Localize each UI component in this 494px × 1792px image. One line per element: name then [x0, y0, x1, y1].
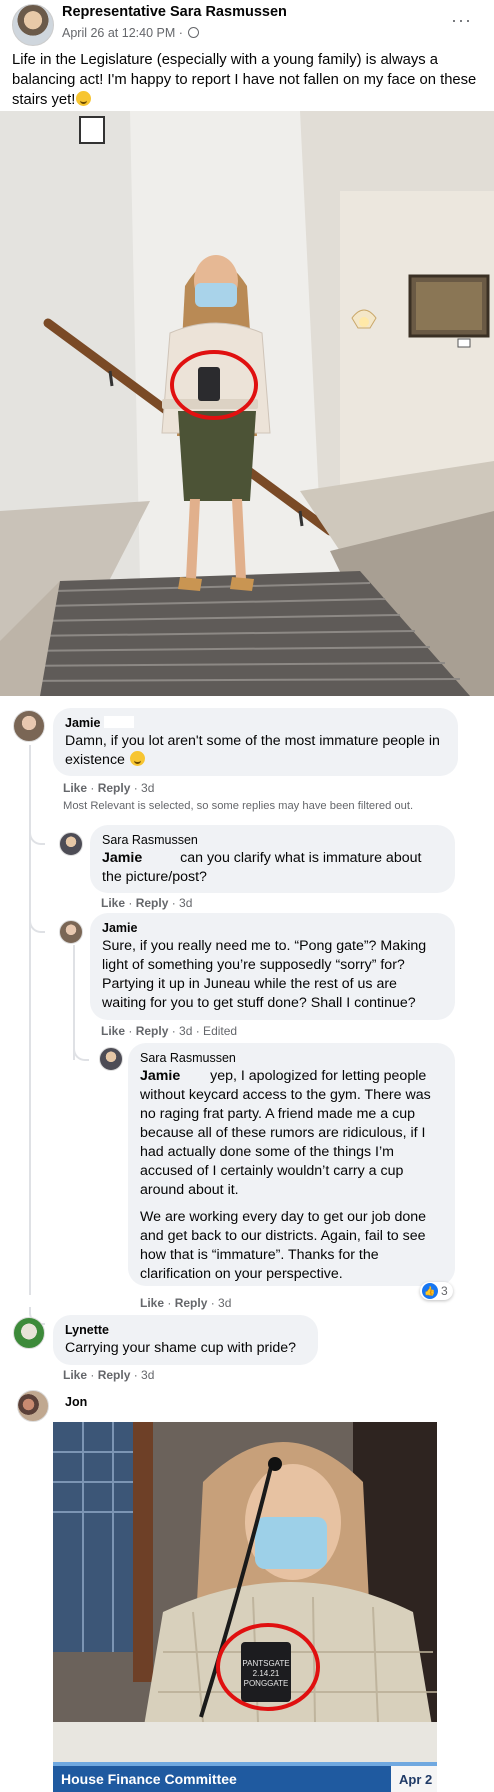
comment-text: Jamie can you clarify what is immature a…: [102, 850, 422, 885]
cup-text: PANTSGATE: [242, 1659, 289, 1668]
comment-time[interactable]: 3d: [218, 1296, 231, 1310]
like-button[interactable]: Like: [101, 896, 125, 910]
comment-actions: Like · Reply · 3d: [63, 781, 155, 795]
comment-time[interactable]: 3d: [141, 1368, 154, 1382]
commenter-avatar[interactable]: [59, 920, 83, 944]
commenter-avatar[interactable]: [17, 1390, 49, 1422]
comment-actions: Like · Reply · 3d · Edited: [101, 1024, 238, 1038]
comment-author[interactable]: Jon: [65, 1395, 87, 1409]
stairwell-photo: [0, 111, 494, 696]
like-button[interactable]: Like: [63, 781, 87, 795]
committee-banner: House Finance Committee: [61, 1771, 237, 1787]
comment-text: Carrying your shame cup with pride?: [65, 1340, 297, 1356]
comment-author[interactable]: Lynette: [65, 1323, 306, 1337]
comment-bubble: Sara Rasmussen Jamie yep, I apologized f…: [128, 1043, 455, 1286]
post-meta[interactable]: April 26 at 12:40 PM ·: [62, 26, 200, 40]
comment-text: Sure, if you really need me to. “Pong ga…: [102, 938, 427, 1011]
comment-bubble: Jamie Damn, if you lot aren't some of th…: [53, 708, 458, 776]
thread-connector: [73, 1043, 89, 1061]
comment-text: Jamie yep, I apologized for letting peop…: [140, 1068, 431, 1198]
author-name[interactable]: Representative Sara Rasmussen: [62, 4, 287, 20]
comment-bubble: Sara Rasmussen Jamie can you clarify wha…: [90, 825, 455, 893]
reply-button[interactable]: Reply: [98, 1368, 131, 1382]
like-button[interactable]: Like: [101, 1024, 125, 1038]
laughing-emoji-icon: [76, 91, 92, 106]
post-photo[interactable]: [0, 111, 494, 696]
comment-actions: Like · Reply · 3d: [63, 1368, 155, 1382]
like-reaction-icon: 👍: [422, 1283, 438, 1299]
post-header: Representative Sara Rasmussen April 26 a…: [0, 0, 494, 50]
comment-photo[interactable]: PANTSGATE 2.14.21 PONGGATE House Finance…: [53, 1422, 437, 1792]
commenter-avatar[interactable]: [59, 832, 83, 856]
mention[interactable]: Jamie: [140, 1068, 180, 1084]
post-timestamp[interactable]: April 26 at 12:40 PM ·: [62, 26, 183, 40]
comment-bubble: Lynette Carrying your shame cup with pri…: [53, 1315, 318, 1365]
comment-text-paragraph-2: We are working every day to get our job …: [140, 1209, 427, 1282]
thread-connector: [29, 915, 45, 933]
globe-icon: [188, 27, 200, 38]
comment-actions: Like · Reply · 3d: [101, 896, 193, 910]
more-options-icon[interactable]: ···: [451, 10, 472, 31]
comment-author[interactable]: Jamie: [102, 921, 443, 935]
commenter-avatar[interactable]: [13, 710, 45, 742]
reply-button[interactable]: Reply: [136, 896, 169, 910]
comment-time[interactable]: 3d: [141, 781, 154, 795]
like-button[interactable]: Like: [63, 1368, 87, 1382]
cup-text: 2.14.21: [253, 1669, 280, 1678]
comment-bubble: Jamie Sure, if you really need me to. “P…: [90, 913, 455, 1020]
rolling-eyes-emoji-icon: [129, 751, 145, 766]
commenter-avatar[interactable]: [13, 1317, 45, 1349]
comment-time[interactable]: 3d · Edited: [179, 1024, 237, 1038]
post-text: Life in the Legislature (especially with…: [12, 52, 477, 108]
comment-actions: Like · Reply · 3d: [140, 1296, 232, 1310]
thread-connector: [29, 827, 45, 845]
like-button[interactable]: Like: [140, 1296, 164, 1310]
reaction-count[interactable]: 👍 3: [420, 1282, 453, 1300]
comment-author[interactable]: Sara Rasmussen: [102, 833, 443, 847]
comment-time[interactable]: 3d: [179, 896, 192, 910]
reply-button[interactable]: Reply: [98, 781, 131, 795]
commenter-avatar[interactable]: [99, 1047, 123, 1071]
comment-author[interactable]: Sara Rasmussen: [140, 1051, 443, 1065]
committee-photo: PANTSGATE 2.14.21 PONGGATE House Finance…: [53, 1422, 437, 1792]
author-avatar[interactable]: [12, 4, 54, 46]
cup-text: PONGGATE: [244, 1679, 289, 1688]
reply-button[interactable]: Reply: [175, 1296, 208, 1310]
filter-note: Most Relevant is selected, so some repli…: [63, 800, 414, 812]
comment-text: Damn, if you lot aren't some of the most…: [65, 733, 440, 768]
mention[interactable]: Jamie: [102, 850, 142, 866]
banner-date: Apr 2: [399, 1772, 432, 1787]
comment-author[interactable]: Jamie: [65, 716, 446, 730]
reply-button[interactable]: Reply: [136, 1024, 169, 1038]
